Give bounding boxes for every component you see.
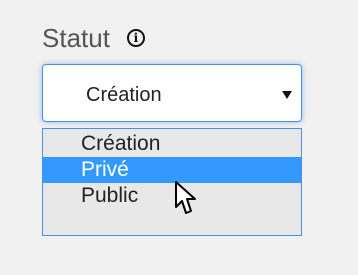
info-icon[interactable]: i	[126, 29, 145, 47]
status-dropdown-list: Création Privé Public	[42, 128, 302, 236]
option-creation[interactable]: Création	[43, 131, 301, 157]
status-label: Statut	[42, 23, 110, 53]
status-select-value: Création	[86, 84, 162, 106]
caret-down-icon	[282, 91, 292, 99]
option-prive[interactable]: Privé	[43, 157, 301, 183]
field-label-row: Statut i	[42, 18, 145, 58]
status-select[interactable]: Création	[42, 64, 302, 122]
option-public[interactable]: Public	[43, 183, 301, 209]
